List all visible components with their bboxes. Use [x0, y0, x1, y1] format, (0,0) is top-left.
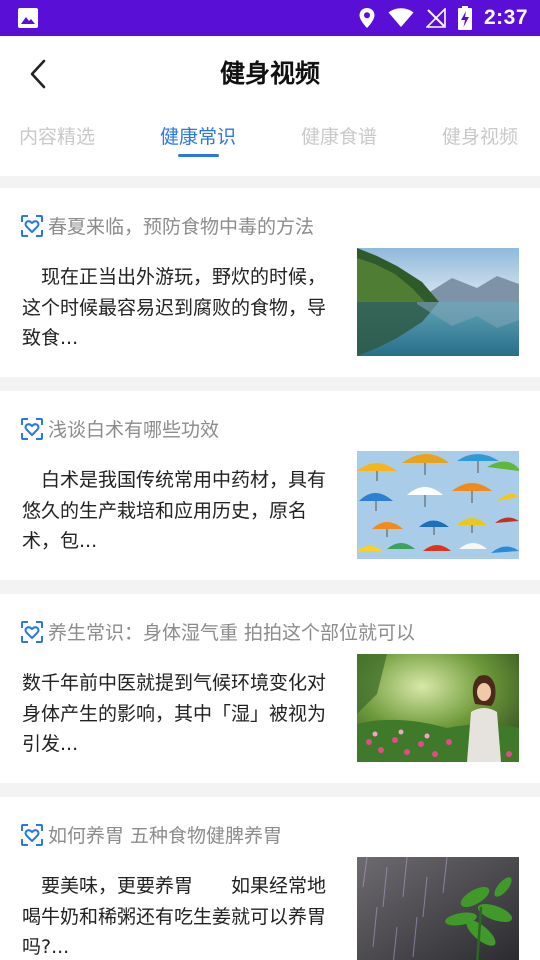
status-bar: 2:37: [0, 0, 540, 36]
article-summary: 要美味，更要养胃 如果经常地喝牛奶和稀粥还有吃生姜就可以养胃吗?...: [22, 875, 327, 958]
article-title: 养生常识：身体湿气重 拍拍这个部位就可以: [48, 622, 416, 644]
heart-frame-icon: [21, 417, 43, 440]
article-thumbnail[interactable]: [357, 654, 519, 762]
tab-bar: 内容精选 健康常识 健康食谱 健身视频: [0, 122, 540, 162]
colorful-umbrellas-image: [357, 451, 519, 559]
heart-frame-icon: [21, 214, 43, 237]
article-summary: 现在正当出外游玩，野炊的时候，这个时候最容易迟到腐败的食物，导致食...: [22, 266, 327, 349]
page-title: 健身视频: [219, 59, 320, 88]
article-title: 如何养胃 五种食物健脾养胃: [48, 825, 283, 847]
article-card[interactable]: 养生常识：身体湿气重 拍拍这个部位就可以 数千年前中医就提到气候环境变化对身体产…: [0, 594, 540, 783]
heart-frame-icon: [21, 620, 43, 643]
location-icon: [359, 8, 375, 28]
wifi-icon: [388, 8, 414, 27]
woman-garden-image: [357, 654, 519, 762]
article-title: 春夏来临，预防食物中毒的方法: [48, 216, 315, 238]
plant-rain-image: [357, 857, 519, 960]
status-time: 2:37: [483, 6, 528, 29]
article-thumbnail[interactable]: [357, 248, 519, 356]
article-card[interactable]: 浅谈白术有哪些功效 白术是我国传统常用中药材，具有悠久的生产栽培和应用历史，原名…: [0, 391, 540, 580]
article-card[interactable]: 如何养胃 五种食物健脾养胃 要美味，更要养胃 如果经常地喝牛奶和稀粥还有吃生姜就…: [0, 797, 540, 960]
article-summary: 数千年前中医就提到气候环境变化对身体产生的影响，其中「湿」被视为引发...: [22, 672, 327, 755]
no-signal-icon: [425, 8, 446, 28]
heart-frame-icon: [21, 823, 43, 846]
tab-fitness-videos[interactable]: 健身视频: [442, 122, 518, 149]
article-thumbnail[interactable]: [357, 857, 519, 960]
app-header: 健身视频 内容精选 健康常识 健康食谱 健身视频: [0, 36, 540, 176]
article-title: 浅谈白术有哪些功效: [48, 419, 220, 441]
tab-health-knowledge[interactable]: 健康常识: [160, 122, 236, 149]
article-card[interactable]: 春夏来临，预防食物中毒的方法 现在正当出外游玩，野炊的时候，这个时候最容易迟到腐…: [0, 188, 540, 377]
tab-active-indicator: [178, 154, 219, 157]
article-summary: 白术是我国传统常用中药材，具有悠久的生产栽培和应用历史，原名术，包...: [22, 469, 327, 552]
article-thumbnail[interactable]: [357, 451, 519, 559]
battery-charging-icon: [457, 6, 472, 30]
image-notification-icon: [18, 8, 38, 28]
tab-health-recipes[interactable]: 健康食谱: [301, 122, 377, 149]
tab-featured[interactable]: 内容精选: [19, 122, 95, 149]
lake-mountain-image: [357, 248, 519, 356]
